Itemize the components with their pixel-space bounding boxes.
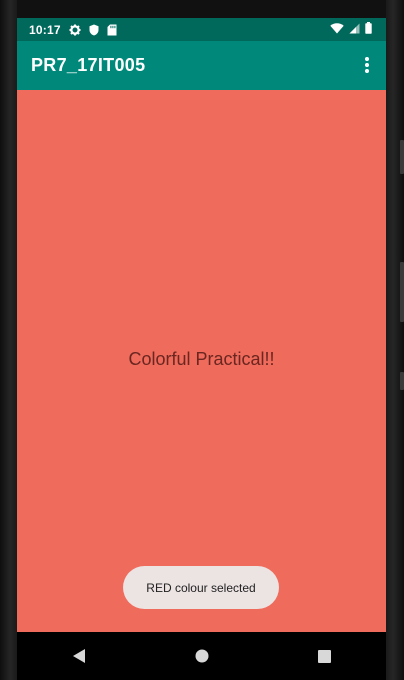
status-right-icons (330, 18, 372, 41)
device-right-bezel (386, 0, 404, 680)
status-time: 10:17 (29, 22, 61, 37)
main-content: Colorful Practical!! RED colour selected (17, 90, 386, 632)
wifi-icon (330, 22, 344, 37)
settings-icon (69, 24, 81, 36)
status-bar: 10:17 (17, 18, 386, 41)
overflow-menu-icon[interactable] (362, 55, 372, 75)
battery-icon (365, 22, 372, 37)
recents-icon[interactable] (305, 636, 345, 676)
sd-card-icon (107, 24, 117, 36)
cellular-signal-icon (349, 23, 360, 37)
toast-message: RED colour selected (123, 566, 279, 609)
back-icon[interactable] (59, 636, 99, 676)
app-bar: PR7_17IT005 (17, 41, 386, 90)
main-text: Colorful Practical!! (128, 349, 275, 369)
device-top-bezel (0, 0, 404, 18)
navigation-bar (17, 632, 386, 680)
shield-icon (89, 24, 99, 36)
power-button[interactable] (400, 262, 404, 322)
device-frame: 10:17 PR7_17IT005 Colorful Practical!! R… (0, 0, 404, 680)
device-left-bezel (0, 0, 17, 680)
home-icon[interactable] (182, 636, 222, 676)
toast-text: RED colour selected (146, 580, 256, 595)
side-button[interactable] (400, 372, 404, 390)
app-title: PR7_17IT005 (31, 55, 146, 75)
phone-screen: 10:17 PR7_17IT005 Colorful Practical!! R… (17, 18, 386, 632)
volume-button[interactable] (400, 140, 404, 174)
